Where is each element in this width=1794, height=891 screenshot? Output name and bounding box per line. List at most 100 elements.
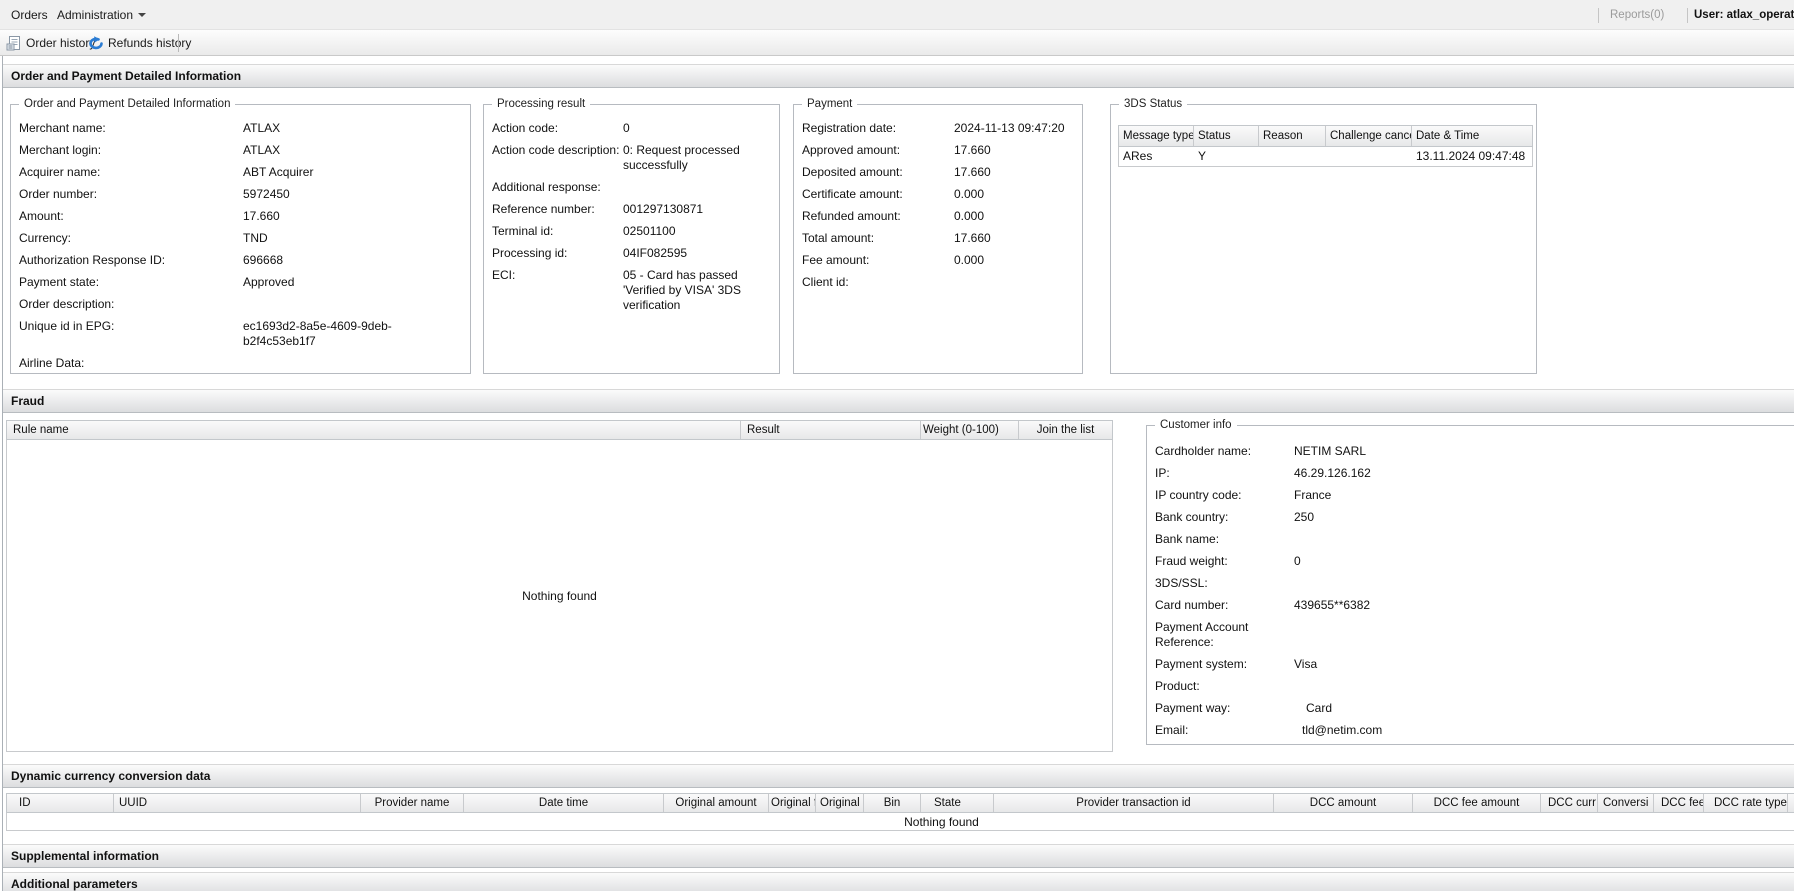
refunds-history-icon (88, 35, 104, 51)
field-card-number: Card number:439655**6382 (1155, 598, 1794, 613)
field-value: NETIM SARL (1294, 444, 1794, 459)
field-value (954, 275, 1074, 290)
field-value: 001297130871 (623, 202, 771, 217)
supplemental-section-title: Supplemental information (3, 844, 1794, 868)
field-label: Unique id in EPG: (19, 319, 243, 349)
field-reference-number: Reference number:001297130871 (492, 202, 771, 217)
menu-administration[interactable]: Administration (53, 0, 150, 30)
reports-link[interactable]: Reports(0) (1610, 0, 1664, 30)
field-label: Payment Account Reference: (1155, 620, 1265, 650)
field-value: 17.660 (954, 165, 1074, 180)
field-label: Reference number: (492, 202, 623, 217)
column-header: Rule name (7, 421, 741, 439)
column-header: DCC offer (1788, 794, 1794, 812)
field-approved-amount: Approved amount:17.660 (802, 143, 1074, 158)
field-refunded-amount: Refunded amount:0.000 (802, 209, 1074, 224)
field-label: Certificate amount: (802, 187, 954, 202)
column-header: Status (1194, 126, 1259, 146)
cell-message-type: ARes (1119, 147, 1194, 166)
menu-separator (1598, 8, 1599, 23)
field-value (1294, 576, 1794, 591)
field-email: Email:tld@netim.com (1155, 723, 1794, 738)
field-label: Order description: (19, 297, 243, 312)
field-value: 0.000 (954, 253, 1074, 268)
threeds-table-row: ARes Y 13.11.2024 09:47:48 (1118, 147, 1533, 167)
column-header: Join the list (1019, 421, 1112, 439)
field-value: TND (243, 231, 462, 246)
field-label: ECI: (492, 268, 623, 313)
customer-info-legend: Customer info (1155, 418, 1237, 432)
menu-orders-label: Orders (11, 8, 48, 22)
field-label: IP: (1155, 466, 1294, 481)
field-value: 17.660 (954, 231, 1074, 246)
field-value: tld@netim.com (1294, 723, 1794, 738)
field-value: 0.000 (954, 209, 1074, 224)
field-label: Bank name: (1155, 532, 1294, 547)
field-amount: Amount:17.660 (19, 209, 462, 224)
field-label: Fraud weight: (1155, 554, 1294, 569)
field-value: 04IF082595 (623, 246, 771, 261)
menu-orders[interactable]: Orders (7, 0, 52, 30)
field-value (1294, 532, 1794, 547)
order-info-panel: Order and Payment Detailed Information M… (10, 104, 471, 374)
column-header: Original amount (664, 794, 769, 812)
column-header: DCC fee amount (1413, 794, 1541, 812)
field-label: Acquirer name: (19, 165, 243, 180)
field-value (623, 180, 771, 195)
column-header: Challenge cancel (1326, 126, 1412, 146)
field-merchant-name: Merchant name:ATLAX (19, 121, 462, 136)
field-payment-way: Payment way:Card (1155, 701, 1794, 716)
field-label: Payment way: (1155, 701, 1294, 716)
field-value: 0 (623, 121, 771, 136)
order-info-legend: Order and Payment Detailed Information (19, 97, 235, 111)
dcc-table-header: ID UUID Provider name Date time Original… (6, 793, 1794, 813)
field-additional-response: Additional response: (492, 180, 771, 195)
field-ip: IP:46.29.126.162 (1155, 466, 1794, 481)
field-value: Card (1294, 701, 1794, 716)
cell-reason (1259, 147, 1326, 166)
column-header: Conversi (1598, 794, 1654, 812)
field-label: Order number: (19, 187, 243, 202)
field-label: Additional response: (492, 180, 623, 195)
column-header: Provider name (361, 794, 464, 812)
field-value: 17.660 (954, 143, 1074, 158)
field-label: Bank country: (1155, 510, 1294, 525)
field-value: 17.660 (243, 209, 462, 224)
column-header: Weight (0-100) (921, 421, 1019, 439)
field-terminal-id: Terminal id:02501100 (492, 224, 771, 239)
field-ip-country-code: IP country code:France (1155, 488, 1794, 503)
field-value: 02501100 (623, 224, 771, 239)
order-history-button[interactable]: Order history (26, 30, 95, 56)
field-value: 0.000 (954, 187, 1074, 202)
fraud-table-header: Rule name Result Weight (0-100) Join the… (6, 420, 1113, 440)
column-header: Original c (816, 794, 864, 812)
field-label: Email: (1155, 723, 1294, 738)
threeds-status-panel: 3DS Status Message type Status Reason Ch… (1110, 104, 1537, 374)
cell-date-time: 13.11.2024 09:47:48 (1412, 147, 1532, 166)
toolbar: Order history Refunds history (0, 30, 1794, 56)
field-order-description: Order description: (19, 297, 462, 312)
field-label: Refunded amount: (802, 209, 954, 224)
field-label: Card number: (1155, 598, 1294, 613)
field-label: Deposited amount: (802, 165, 954, 180)
field-action-code-description: Action code description:0: Request proce… (492, 143, 771, 173)
field-value: 05 - Card has passed 'Verified by VISA' … (623, 268, 771, 313)
menu-administration-label: Administration (57, 8, 133, 22)
field-bank-country: Bank country:250 (1155, 510, 1794, 525)
field-fraud-weight: Fraud weight:0 (1155, 554, 1794, 569)
field-value (243, 356, 462, 371)
column-header: ID (7, 794, 114, 812)
field-auth-response-id: Authorization Response ID:696668 (19, 253, 462, 268)
field-product: Product: (1155, 679, 1794, 694)
fraud-table-body: Nothing found (6, 440, 1113, 752)
processing-result-legend: Processing result (492, 97, 590, 111)
fraud-empty-text: Nothing found (7, 440, 1112, 751)
field-label: Merchant login: (19, 143, 243, 158)
column-header: Original f (769, 794, 816, 812)
column-header: DCC curr (1541, 794, 1598, 812)
column-header: Provider transaction id (994, 794, 1274, 812)
column-header: State (921, 794, 994, 812)
field-label: Terminal id: (492, 224, 623, 239)
field-airline-data: Airline Data: (19, 356, 462, 371)
column-header: Date time (464, 794, 664, 812)
